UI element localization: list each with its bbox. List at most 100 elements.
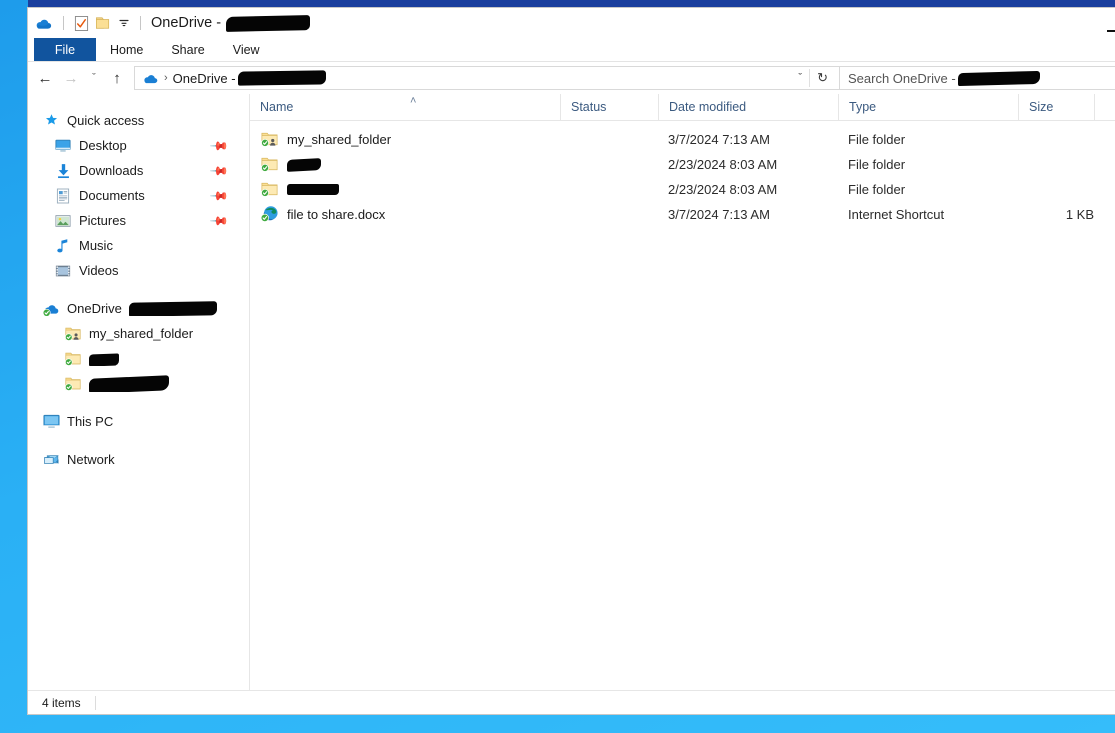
window-title-text: OneDrive - — [151, 15, 225, 31]
forward-button[interactable]: → — [58, 65, 84, 91]
column-header-size[interactable]: Size — [1018, 94, 1094, 121]
search-input[interactable]: Search OneDrive - — [840, 66, 1115, 90]
sidebar-item-pictures[interactable]: Pictures 📌 — [28, 208, 249, 233]
sidebar-label: Network — [67, 452, 115, 467]
item-count-label: 4 items — [42, 696, 81, 710]
sidebar-label: Downloads — [79, 163, 143, 178]
ribbon-tabs: File Home Share View — [28, 38, 1115, 61]
cell-type: Internet Shortcut — [838, 207, 1018, 222]
sidebar-label: Quick access — [67, 113, 144, 128]
qat-separator-2 — [140, 16, 141, 30]
file-list-pane: Name ˄ Status Date modified Type Size — [250, 94, 1115, 690]
tab-share[interactable]: Share — [157, 38, 218, 61]
file-rows: my_shared_folder 3/7/2024 7:13 AM File f… — [250, 121, 1115, 690]
sidebar-item-videos[interactable]: Videos — [28, 258, 249, 283]
file-name-redaction — [287, 158, 321, 172]
sidebar-label: Desktop — [79, 138, 127, 153]
sidebar-gap-3 — [28, 434, 249, 447]
address-bar[interactable]: › OneDrive - ˇ ↻ — [134, 66, 840, 90]
breadcrumb-onedrive-icon[interactable] — [142, 70, 159, 87]
window-title-redaction — [226, 15, 310, 32]
cell-name[interactable]: my_shared_folder — [250, 130, 560, 149]
cell-date-modified: 2/23/2024 8:03 AM — [658, 182, 838, 197]
videos-icon — [54, 262, 72, 280]
sidebar-item-documents[interactable]: Documents 📌 — [28, 183, 249, 208]
minimize-button[interactable] — [1107, 30, 1115, 32]
new-folder-icon[interactable] — [95, 15, 112, 31]
sidebar-item-desktop[interactable]: Desktop 📌 — [28, 133, 249, 158]
column-header-status[interactable]: Status — [560, 94, 658, 121]
sidebar-label — [89, 375, 169, 391]
table-row[interactable]: file to share.docx 3/7/2024 7:13 AM Inte… — [250, 202, 1115, 227]
cell-name[interactable] — [250, 155, 560, 174]
sidebar-label: my_shared_folder — [89, 326, 193, 341]
cell-name[interactable] — [250, 180, 560, 199]
folder-synced-icon — [64, 350, 82, 368]
column-header-name[interactable]: Name ˄ — [250, 94, 560, 121]
sidebar-item-network[interactable]: Network — [28, 447, 249, 472]
refresh-icon[interactable]: ↻ — [810, 70, 835, 86]
pin-icon[interactable]: 📌 — [209, 210, 229, 230]
customize-qat-icon[interactable] — [118, 17, 130, 29]
breadcrumb-current[interactable]: OneDrive - — [173, 71, 326, 86]
breadcrumb-redaction — [238, 70, 326, 85]
status-bar: 4 items — [28, 690, 1115, 714]
documents-icon — [54, 187, 72, 205]
recent-locations-button[interactable]: ˇ — [84, 65, 104, 91]
network-icon — [42, 451, 60, 469]
column-header-type[interactable]: Type — [838, 94, 1018, 121]
properties-icon[interactable] — [74, 15, 89, 32]
sidebar-item-music[interactable]: Music — [28, 233, 249, 258]
cell-date-modified: 2/23/2024 8:03 AM — [658, 157, 838, 172]
cell-name[interactable]: file to share.docx — [250, 205, 560, 224]
pictures-icon — [54, 212, 72, 230]
pin-icon[interactable]: 📌 — [209, 185, 229, 205]
cell-size: 1 KB — [1018, 207, 1094, 222]
sidebar-item-redacted-2[interactable] — [28, 371, 249, 396]
onedrive-cloud-icon[interactable] — [34, 14, 53, 33]
navigation-toolbar: ← → ˇ ↑ › OneDrive - ˇ ↻ Search OneDrive… — [28, 62, 1115, 94]
sidebar-label-redaction — [89, 353, 119, 366]
sidebar-item-this-pc[interactable]: This PC — [28, 409, 249, 434]
pin-icon[interactable]: 📌 — [209, 160, 229, 180]
up-button[interactable]: ↑ — [104, 65, 130, 91]
this-pc-icon — [42, 413, 60, 431]
explorer-body: Quick access Desktop 📌 — [28, 94, 1115, 690]
sidebar-item-downloads[interactable]: Downloads 📌 — [28, 158, 249, 183]
sort-ascending-icon: ˄ — [410, 88, 416, 115]
tab-view[interactable]: View — [219, 38, 274, 61]
cell-type: File folder — [838, 157, 1018, 172]
pin-icon[interactable]: 📌 — [209, 135, 229, 155]
column-header-date-modified[interactable]: Date modified — [658, 94, 838, 121]
address-dropdown-icon[interactable]: ˇ — [791, 72, 809, 84]
column-header-name-label: Name — [260, 100, 293, 114]
tab-home[interactable]: Home — [96, 38, 157, 61]
sidebar-label: Documents — [79, 188, 145, 203]
sidebar-item-onedrive[interactable]: OneDrive — [28, 296, 249, 321]
sidebar-label: Pictures — [79, 213, 126, 228]
star-icon — [42, 112, 60, 130]
download-icon — [54, 162, 72, 180]
sidebar-item-quick-access[interactable]: Quick access — [28, 108, 249, 133]
table-row[interactable]: 2/23/2024 8:03 AM File folder — [250, 152, 1115, 177]
status-bar-separator — [95, 696, 96, 710]
breadcrumb-separator[interactable]: › — [164, 72, 168, 84]
sidebar-item-redacted-1[interactable] — [28, 346, 249, 371]
sidebar-label: Music — [79, 238, 113, 253]
quick-access-toolbar — [34, 14, 145, 33]
cell-date-modified: 3/7/2024 7:13 AM — [658, 132, 838, 147]
file-name-label: my_shared_folder — [287, 132, 391, 147]
file-name-label: file to share.docx — [287, 207, 385, 222]
column-header-spacer[interactable] — [1094, 94, 1115, 121]
music-icon — [54, 237, 72, 255]
sidebar-label: This PC — [67, 414, 113, 429]
sidebar-onedrive-redaction — [129, 302, 217, 317]
shared-folder-synced-icon — [64, 325, 82, 343]
back-button[interactable]: ← — [32, 65, 58, 91]
tab-file[interactable]: File — [34, 38, 96, 61]
table-row[interactable]: 2/23/2024 8:03 AM File folder — [250, 177, 1115, 202]
sidebar-onedrive-text: OneDrive — [67, 301, 126, 316]
sidebar-item-my-shared-folder[interactable]: my_shared_folder — [28, 321, 249, 346]
sidebar-label: Videos — [79, 263, 119, 278]
table-row[interactable]: my_shared_folder 3/7/2024 7:13 AM File f… — [250, 127, 1115, 152]
